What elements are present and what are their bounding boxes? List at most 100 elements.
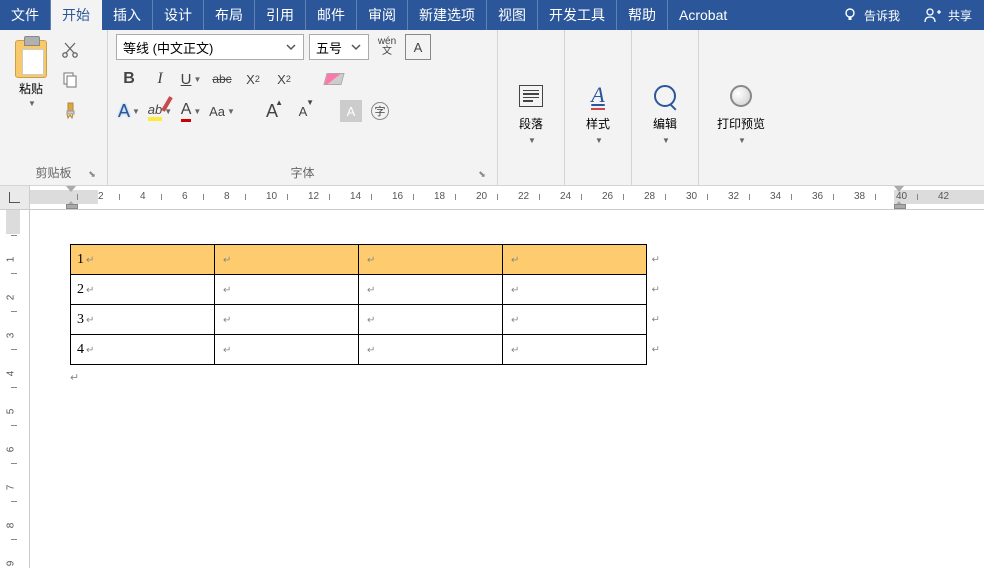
- print-preview-button[interactable]: 打印预览 ▼: [707, 34, 775, 183]
- subscript-button[interactable]: X2: [240, 66, 266, 92]
- paste-button[interactable]: 粘贴 ▼: [8, 34, 54, 108]
- tab-acrobat[interactable]: Acrobat: [668, 0, 738, 30]
- table-cell[interactable]: ↵↵: [503, 305, 647, 335]
- hanging-indent[interactable]: [66, 201, 76, 209]
- format-painter-button[interactable]: [60, 100, 80, 120]
- shrink-font-button[interactable]: A▼: [290, 98, 316, 124]
- search-icon: [654, 85, 676, 107]
- right-indent-top[interactable]: [894, 186, 904, 192]
- chevron-down-icon: ▼: [528, 136, 536, 145]
- font-group: 等线 (中文正文) 五号 wén 文 A B I U▼: [108, 30, 498, 185]
- tell-me-label: 告诉我: [864, 7, 900, 24]
- font-name-select[interactable]: 等线 (中文正文): [116, 34, 304, 60]
- tab-references[interactable]: 引用: [255, 0, 306, 30]
- person-share-icon: [924, 7, 942, 23]
- table-cell[interactable]: 1↵: [71, 245, 215, 275]
- char-shading-button[interactable]: A: [340, 100, 362, 122]
- table-cell[interactable]: ↵: [359, 245, 503, 275]
- tab-newoption[interactable]: 新建选项: [408, 0, 487, 30]
- tell-me[interactable]: 告诉我: [830, 0, 912, 30]
- table-cell[interactable]: ↵: [359, 305, 503, 335]
- paste-label: 粘贴: [19, 80, 43, 97]
- table-cell[interactable]: 3↵: [71, 305, 215, 335]
- copy-button[interactable]: [60, 70, 80, 90]
- tab-layout[interactable]: 布局: [204, 0, 255, 30]
- first-line-indent[interactable]: [66, 186, 76, 192]
- tab-developer[interactable]: 开发工具: [538, 0, 617, 30]
- char-border-button[interactable]: A: [405, 34, 431, 60]
- highlight-button[interactable]: ab▼: [147, 98, 173, 124]
- tab-review[interactable]: 审阅: [357, 0, 408, 30]
- clipboard-icon: [15, 40, 47, 78]
- phonetic-guide-button[interactable]: wén 文: [374, 34, 400, 60]
- lightbulb-icon: [842, 7, 858, 23]
- table-cell[interactable]: ↵↵: [503, 275, 647, 305]
- clear-formatting-button[interactable]: [321, 66, 347, 92]
- editing-group: 编辑 ▼: [632, 30, 699, 185]
- horizontal-ruler-area: 24681012141618202224262830323436384042: [0, 186, 984, 210]
- ribbon-tabs: 文件 开始 插入 设计 布局 引用 邮件 审阅 新建选项 视图 开发工具 帮助 …: [0, 0, 984, 30]
- text-effects-button[interactable]: A▼: [116, 98, 142, 124]
- tab-mailings[interactable]: 邮件: [306, 0, 357, 30]
- strikethrough-button[interactable]: abc: [209, 66, 235, 92]
- chevron-down-icon: ▼: [28, 99, 36, 108]
- tab-selector[interactable]: [0, 186, 30, 209]
- styles-group: A 样式 ▼: [565, 30, 632, 185]
- table-row[interactable]: 1↵↵↵↵↵: [71, 245, 647, 275]
- editing-button[interactable]: 编辑 ▼: [640, 34, 690, 183]
- copy-icon: [61, 71, 79, 89]
- font-name-value: 等线 (中文正文): [123, 38, 213, 57]
- font-size-select[interactable]: 五号: [309, 34, 369, 60]
- table-row[interactable]: 2↵↵↵↵↵: [71, 275, 647, 305]
- chevron-down-icon: ▼: [738, 136, 746, 145]
- tab-insert[interactable]: 插入: [102, 0, 153, 30]
- clipboard-launcher[interactable]: ⬊: [85, 167, 99, 181]
- change-case-button[interactable]: Aa▼: [209, 98, 235, 124]
- table-cell[interactable]: 4↵: [71, 335, 215, 365]
- preview-icon: [730, 85, 752, 107]
- share-button[interactable]: 共享: [912, 0, 984, 30]
- font-launcher[interactable]: ⬊: [475, 167, 489, 181]
- table-cell[interactable]: ↵: [215, 275, 359, 305]
- right-indent[interactable]: [894, 201, 904, 209]
- chevron-down-icon: ▼: [662, 136, 670, 145]
- tab-help[interactable]: 帮助: [617, 0, 668, 30]
- underline-button[interactable]: U▼: [178, 66, 204, 92]
- ribbon: 粘贴 ▼ 剪贴板 ⬊ 等线 (中文正文) 五号: [0, 30, 984, 186]
- horizontal-ruler[interactable]: 24681012141618202224262830323436384042: [30, 186, 984, 209]
- paragraph-mark: ↵: [70, 371, 79, 384]
- tab-file[interactable]: 文件: [0, 0, 51, 30]
- vertical-ruler[interactable]: 123456789: [0, 210, 30, 568]
- table-cell[interactable]: 2↵: [71, 275, 215, 305]
- table-cell[interactable]: ↵: [359, 275, 503, 305]
- enclose-char-button[interactable]: 字: [367, 98, 393, 124]
- table-row[interactable]: 3↵↵↵↵↵: [71, 305, 647, 335]
- grow-font-button[interactable]: A▲: [259, 98, 285, 124]
- table-cell[interactable]: ↵: [359, 335, 503, 365]
- paragraph-button[interactable]: 段落 ▼: [506, 34, 556, 183]
- tab-view[interactable]: 视图: [487, 0, 538, 30]
- table-cell[interactable]: ↵: [215, 305, 359, 335]
- tab-design[interactable]: 设计: [153, 0, 204, 30]
- italic-button[interactable]: I: [147, 66, 173, 92]
- clipboard-group-label: 剪贴板 ⬊: [8, 160, 99, 183]
- preview-label: 打印预览: [717, 115, 765, 132]
- superscript-button[interactable]: X2: [271, 66, 297, 92]
- table-cell[interactable]: ↵: [215, 245, 359, 275]
- table-cell[interactable]: ↵↵: [503, 335, 647, 365]
- paragraph-label: 段落: [519, 115, 543, 132]
- table-cell[interactable]: ↵: [215, 335, 359, 365]
- styles-button[interactable]: A 样式 ▼: [573, 34, 623, 183]
- paragraph-group: 段落 ▼: [498, 30, 565, 185]
- tab-home[interactable]: 开始: [51, 0, 102, 30]
- document-workspace: 123456789 1↵↵↵↵↵2↵↵↵↵↵3↵↵↵↵↵4↵↵↵↵↵ ↵: [0, 210, 984, 568]
- cut-button[interactable]: [60, 40, 80, 60]
- document-table[interactable]: 1↵↵↵↵↵2↵↵↵↵↵3↵↵↵↵↵4↵↵↵↵↵: [70, 244, 647, 365]
- styles-label: 样式: [586, 115, 610, 132]
- document-page[interactable]: 1↵↵↵↵↵2↵↵↵↵↵3↵↵↵↵↵4↵↵↵↵↵ ↵: [30, 210, 984, 568]
- font-color-button[interactable]: A▼: [178, 98, 204, 124]
- table-cell[interactable]: ↵↵: [503, 245, 647, 275]
- table-row[interactable]: 4↵↵↵↵↵: [71, 335, 647, 365]
- bold-button[interactable]: B: [116, 66, 142, 92]
- chevron-down-icon: [285, 41, 297, 53]
